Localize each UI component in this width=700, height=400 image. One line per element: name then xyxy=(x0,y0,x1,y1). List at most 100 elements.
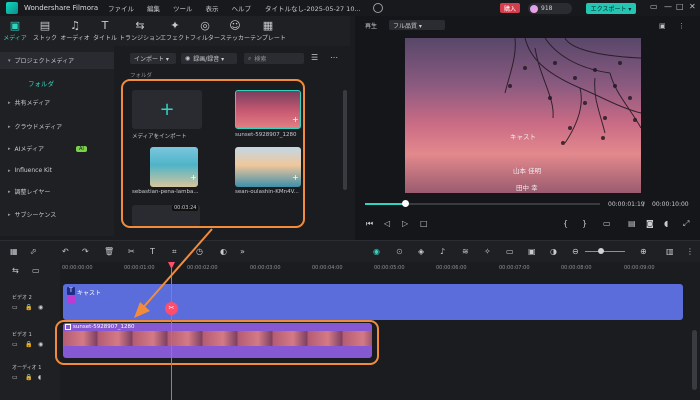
timeline-scrollbar[interactable] xyxy=(692,330,697,390)
zoom-in-icon[interactable]: ⊕ xyxy=(640,247,647,256)
fit-timeline-icon[interactable]: ▥ xyxy=(666,247,674,256)
media-scrollbar[interactable] xyxy=(343,90,347,190)
scissors-icon[interactable]: ✂ xyxy=(165,302,178,315)
audio-mix-icon[interactable]: ≋ xyxy=(462,247,469,256)
mark-out-icon[interactable]: } xyxy=(582,219,587,228)
menu-help[interactable]: ヘルプ xyxy=(232,3,252,13)
ruler-tick: 00:00:04:00 xyxy=(312,265,343,271)
screen-icon[interactable]: ▭ xyxy=(506,247,514,256)
select-tool-icon[interactable]: ⬀ xyxy=(30,247,37,256)
text-icon[interactable]: T xyxy=(150,247,155,256)
color-icon[interactable]: ◐ xyxy=(220,247,227,256)
tab-template[interactable]: ▦ テンプレート xyxy=(250,16,286,46)
marker-icon[interactable]: ◈ xyxy=(418,247,424,256)
lock-icon[interactable]: 🔒 xyxy=(25,374,32,381)
lock-icon[interactable]: 🔒 xyxy=(25,304,32,311)
filter-icon[interactable]: ☰ xyxy=(311,53,318,62)
maximize-icon[interactable]: □ xyxy=(676,2,684,11)
eye-icon[interactable]: ◉ xyxy=(38,304,43,311)
more-icon[interactable]: » xyxy=(240,247,245,256)
snapshot-icon[interactable]: ▣ xyxy=(659,22,666,30)
layout-icon[interactable]: ▭ xyxy=(650,2,658,11)
folder-icon[interactable]: ▭ xyxy=(12,374,18,381)
lock-icon[interactable]: 🔒 xyxy=(25,341,32,348)
tab-audio[interactable]: ♫ オーディオ xyxy=(60,16,90,46)
ai-tool-icon[interactable]: ✧ xyxy=(484,247,491,256)
speaker-icon[interactable]: ◖ xyxy=(38,374,41,381)
tab-stock[interactable]: ▤ ストック xyxy=(30,16,60,46)
folder-label: フォルダ xyxy=(130,73,153,79)
fullscreen-icon[interactable]: ⤢ xyxy=(683,219,689,229)
sidebar-item-subsequence[interactable]: ▸ サブシーケンス xyxy=(0,206,114,223)
quality-dropdown[interactable]: フル品質 ▾ xyxy=(389,20,446,30)
tab-transition[interactable]: ⇆ トランジション xyxy=(119,16,161,46)
folder-icon[interactable]: ▭ xyxy=(12,341,18,348)
sidebar-item-cloud-media[interactable]: ▸ クラウドメディア xyxy=(0,118,114,135)
current-timecode: 00:00:01:19 xyxy=(608,201,645,208)
import-dropdown[interactable]: インポート ▾ xyxy=(130,53,176,64)
zoom-slider-handle[interactable] xyxy=(598,248,604,254)
record-dropdown[interactable]: ◉ 録画/録音 ▾ xyxy=(181,53,237,64)
sidebar-item-adjustment-layer[interactable]: ▸ 調整レイヤー xyxy=(0,183,114,200)
timeline-clip-title[interactable]: T キャスト xyxy=(63,284,683,320)
eye-icon[interactable]: ◉ xyxy=(38,341,43,348)
sidebar-item-shared-media[interactable]: ▸ 共有メディア xyxy=(0,94,114,111)
zoom-slider-track[interactable] xyxy=(585,251,625,252)
playhead-line[interactable] xyxy=(171,262,172,400)
export-button[interactable]: エクスポート ▾ xyxy=(586,3,636,14)
credits-badge[interactable]: 918 xyxy=(528,3,572,14)
speed-icon[interactable]: ◷ xyxy=(196,247,203,256)
render-icon[interactable]: ▤ xyxy=(628,219,636,228)
menu-view[interactable]: 表示 xyxy=(206,3,219,13)
volume-icon[interactable]: ◖ xyxy=(664,219,668,228)
mic-icon[interactable]: ♪ xyxy=(440,247,445,256)
tab-sticker[interactable]: ☺ ステッカー xyxy=(220,16,250,46)
sidebar-folder[interactable]: フォルダ xyxy=(28,78,54,88)
tab-title[interactable]: T タイトル xyxy=(90,16,120,46)
track-options-icon[interactable]: ▭ xyxy=(32,266,40,275)
add-track-icon[interactable]: ⇆ xyxy=(12,266,19,275)
delete-icon[interactable]: 🗑 xyxy=(104,247,114,256)
sidebar-item-influence-kit[interactable]: ▸ Influence Kit xyxy=(0,162,114,179)
title-clip-icon: T xyxy=(67,287,75,295)
zoom-out-icon[interactable]: ⊖ xyxy=(572,247,579,256)
tab-filter[interactable]: ◎ フィルター xyxy=(190,16,220,46)
play-icon[interactable]: ▷ xyxy=(402,219,408,228)
split-icon[interactable]: ✂ xyxy=(128,247,135,256)
tab-effect[interactable]: ✦ エフェクト xyxy=(160,16,190,46)
sticker-icon: ☺ xyxy=(229,19,241,32)
minimize-icon[interactable]: — xyxy=(664,2,672,11)
snap-icon[interactable]: ⊙ xyxy=(396,247,403,256)
color-match-icon[interactable]: ◑ xyxy=(550,247,557,256)
stop-icon[interactable]: □ xyxy=(420,219,428,228)
sidebar-item-label: 共有メディア xyxy=(14,100,51,107)
sidebar-item-ai-media[interactable]: ▸ AIメディア AI xyxy=(0,140,114,157)
prev-frame-icon[interactable]: ⏮ xyxy=(366,219,373,229)
crop-icon[interactable]: ⌗ xyxy=(172,247,177,256)
undo-icon[interactable]: ↶ xyxy=(62,247,69,256)
pip-icon[interactable]: ▣ xyxy=(528,247,536,256)
sidebar-item-project-media[interactable]: ▾ プロジェクトメディア xyxy=(0,52,114,69)
monitor-icon[interactable]: ▭ xyxy=(603,219,611,228)
more-icon[interactable]: ⋯ xyxy=(330,53,338,62)
search-placeholder: 検索 xyxy=(254,56,267,63)
layout-grid-icon[interactable]: ▦ xyxy=(10,247,18,256)
mark-in-icon[interactable]: { xyxy=(563,219,568,228)
folder-icon[interactable]: ▭ xyxy=(12,304,18,311)
more-icon[interactable]: ⋮ xyxy=(678,22,685,30)
player-progress-handle[interactable] xyxy=(402,200,409,207)
chevron-right-icon: ▸ xyxy=(8,145,11,152)
tab-media[interactable]: ▣ メディア xyxy=(0,16,30,46)
auto-ripple-icon[interactable]: ◉ xyxy=(373,247,380,256)
search-input[interactable]: ⌕ 検索 xyxy=(244,53,304,64)
close-icon[interactable]: ✕ xyxy=(689,2,696,11)
more-icon[interactable]: ⋮ xyxy=(686,247,694,256)
menu-file[interactable]: ファイル xyxy=(108,3,134,13)
menu-tools[interactable]: ツール xyxy=(173,3,193,13)
menu-edit[interactable]: 編集 xyxy=(147,3,160,13)
redo-icon[interactable]: ↷ xyxy=(82,247,89,256)
buy-button[interactable]: 購入 xyxy=(500,3,520,13)
rewind-icon[interactable]: ◁ xyxy=(384,219,390,228)
camera-icon[interactable]: ◙ xyxy=(646,219,654,228)
highlight-media-frame xyxy=(121,79,305,228)
